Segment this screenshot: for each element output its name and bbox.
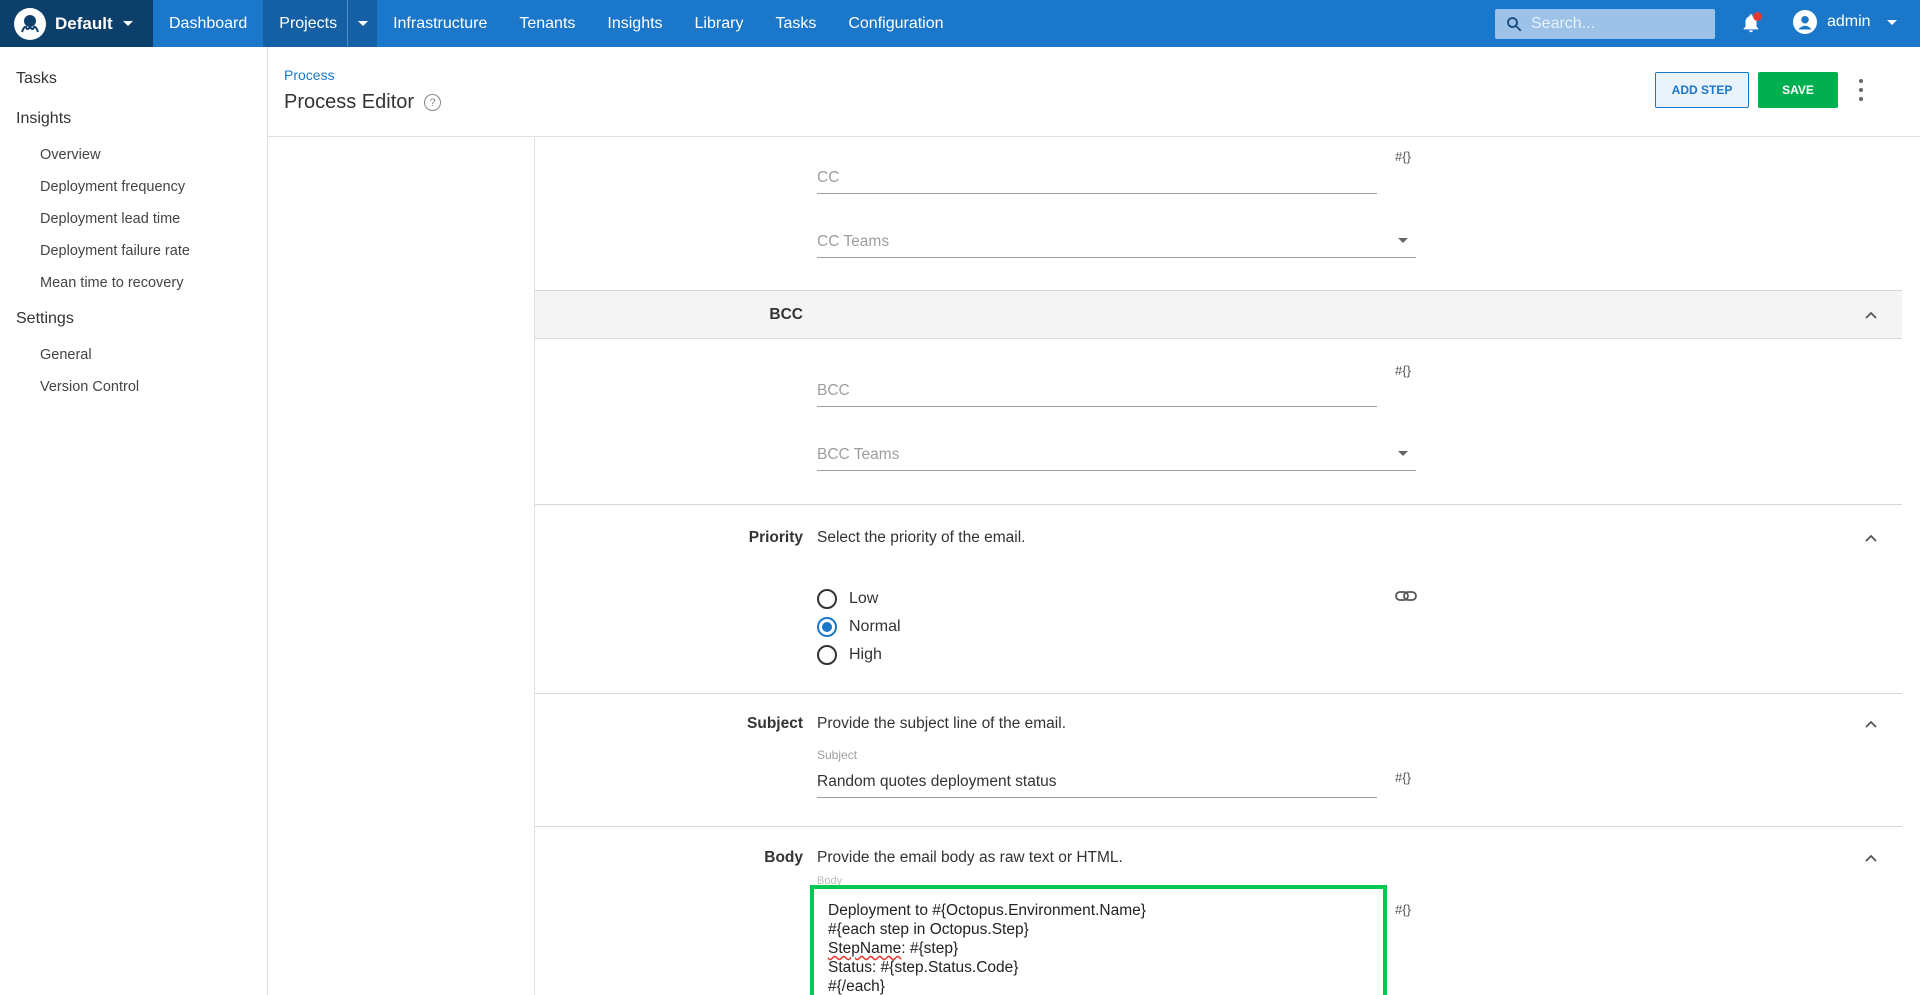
- projects-dropdown-button[interactable]: [347, 0, 378, 47]
- chevron-up-icon[interactable]: [1865, 718, 1877, 730]
- sidebar-item-deployment-failure-rate[interactable]: Deployment failure rate: [0, 235, 267, 267]
- more-options-icon[interactable]: [1857, 79, 1865, 101]
- nav-infrastructure[interactable]: Infrastructure: [377, 0, 503, 47]
- subject-label: Subject: [747, 715, 803, 732]
- page-title-text: Process Editor: [284, 91, 415, 113]
- bcc-field[interactable]: BCC: [817, 370, 1377, 407]
- radio-button[interactable]: [817, 589, 837, 609]
- variable-binding-icon[interactable]: #{}: [1395, 770, 1411, 785]
- subject-field-label: Subject: [817, 748, 858, 762]
- cc-teams-placeholder: CC Teams: [817, 233, 890, 250]
- radio-button-selected[interactable]: [817, 617, 837, 637]
- link-icon[interactable]: [1395, 589, 1417, 603]
- radio-label: High: [849, 646, 882, 663]
- avatar: [1793, 10, 1817, 34]
- variable-binding-icon[interactable]: #{}: [1395, 902, 1411, 917]
- page-title: Process Editor ?: [284, 91, 442, 114]
- cc-placeholder: CC: [817, 169, 840, 186]
- bcc-section: #{} BCC BCC Teams: [535, 339, 1902, 505]
- space-switcher[interactable]: Default: [0, 0, 153, 47]
- chevron-up-icon[interactable]: [1865, 852, 1877, 864]
- cc-section: #{} CC CC Teams: [535, 137, 1902, 291]
- body-line: Deployment to #{Octopus.Environment.Name…: [828, 902, 1146, 919]
- radio-label: Normal: [849, 618, 901, 635]
- page-header: Process Process Editor ? ADD STEP SAVE: [268, 47, 1920, 137]
- nav-library[interactable]: Library: [679, 0, 760, 47]
- sidebar-item-deployment-lead-time[interactable]: Deployment lead time: [0, 203, 267, 235]
- search-input[interactable]: [1531, 15, 1711, 33]
- octopus-logo-icon: [14, 7, 46, 40]
- dropdown-caret-icon: [1398, 451, 1408, 456]
- variable-binding-icon[interactable]: #{}: [1395, 363, 1411, 378]
- top-navigation: Default Dashboard Projects Infrastructur…: [0, 0, 1920, 47]
- sidebar-item-deployment-frequency[interactable]: Deployment frequency: [0, 171, 267, 203]
- sidebar: Tasks Insights Overview Deployment frequ…: [0, 47, 268, 995]
- help-icon[interactable]: ?: [424, 94, 442, 111]
- subject-description: Provide the subject line of the email.: [817, 715, 1066, 732]
- breadcrumb[interactable]: Process: [284, 67, 335, 83]
- nav-projects[interactable]: Projects: [263, 0, 348, 47]
- bcc-label: BCC: [769, 306, 803, 323]
- save-button[interactable]: SAVE: [1758, 72, 1838, 108]
- search-icon: [1507, 17, 1522, 32]
- user-name: admin: [1827, 13, 1871, 30]
- add-step-button[interactable]: ADD STEP: [1655, 72, 1749, 108]
- step-editor-content: #{} CC CC Teams BCC #{} BCC BCC Teams Pr…: [534, 137, 1902, 995]
- cc-teams-select[interactable]: CC Teams: [817, 221, 1416, 258]
- body-textarea[interactable]: Deployment to #{Octopus.Environment.Name…: [810, 885, 1387, 995]
- nav-dashboard[interactable]: Dashboard: [153, 0, 263, 47]
- radio-button[interactable]: [817, 645, 837, 665]
- chevron-up-icon[interactable]: [1865, 532, 1877, 544]
- sidebar-section-settings[interactable]: Settings: [0, 299, 267, 339]
- body-line: Status: #{step.Status.Code}: [828, 959, 1019, 976]
- priority-section: Priority Select the priority of the emai…: [535, 505, 1902, 694]
- sidebar-item-mean-time-to-recovery[interactable]: Mean time to recovery: [0, 267, 267, 299]
- priority-description: Select the priority of the email.: [817, 529, 1026, 546]
- bcc-placeholder: BCC: [817, 382, 850, 399]
- sidebar-item-version-control[interactable]: Version Control: [0, 371, 267, 403]
- dropdown-caret-icon: [1398, 238, 1408, 243]
- priority-radio-high[interactable]: High: [817, 645, 882, 665]
- nav-tasks[interactable]: Tasks: [759, 0, 832, 47]
- body-line-rest: : #{step}: [901, 940, 959, 957]
- space-name: Default: [55, 13, 113, 33]
- chevron-down-icon: [122, 21, 133, 26]
- chevron-down-icon: [1886, 19, 1897, 25]
- user-menu[interactable]: admin: [1793, 10, 1897, 34]
- body-line: #{each step in Octopus.Step}: [828, 921, 1029, 938]
- misspelled-word: StepName: [828, 940, 902, 957]
- subject-field[interactable]: Subject Random quotes deployment status: [817, 748, 1377, 798]
- priority-radio-normal[interactable]: Normal: [817, 617, 901, 637]
- chevron-up-icon[interactable]: [1865, 309, 1877, 321]
- notification-badge: [1753, 12, 1762, 21]
- bcc-teams-select[interactable]: BCC Teams: [817, 434, 1416, 471]
- body-line: StepName: #{step}: [828, 939, 1369, 958]
- nav-tenants[interactable]: Tenants: [503, 0, 591, 47]
- sidebar-item-overview[interactable]: Overview: [0, 139, 267, 171]
- subject-value[interactable]: Random quotes deployment status: [817, 773, 1057, 791]
- sidebar-section-insights[interactable]: Insights: [0, 99, 267, 139]
- search-box[interactable]: [1495, 9, 1715, 39]
- priority-label: Priority: [748, 529, 803, 546]
- body-line: #{/each}: [828, 978, 885, 995]
- sidebar-item-general[interactable]: General: [0, 339, 267, 371]
- bcc-header[interactable]: BCC: [535, 291, 1902, 339]
- priority-radio-low[interactable]: Low: [817, 589, 878, 609]
- sidebar-item-tasks[interactable]: Tasks: [0, 59, 267, 99]
- variable-binding-icon[interactable]: #{}: [1395, 149, 1411, 164]
- body-description: Provide the email body as raw text or HT…: [817, 849, 1123, 866]
- bcc-teams-placeholder: BCC Teams: [817, 446, 900, 463]
- nav-configuration[interactable]: Configuration: [832, 0, 959, 47]
- subject-section: Subject Provide the subject line of the …: [535, 694, 1902, 827]
- cc-field[interactable]: CC: [817, 157, 1377, 194]
- nav-insights[interactable]: Insights: [591, 0, 678, 47]
- body-label: Body: [764, 849, 803, 866]
- radio-label: Low: [849, 590, 879, 607]
- chevron-down-icon: [357, 21, 368, 26]
